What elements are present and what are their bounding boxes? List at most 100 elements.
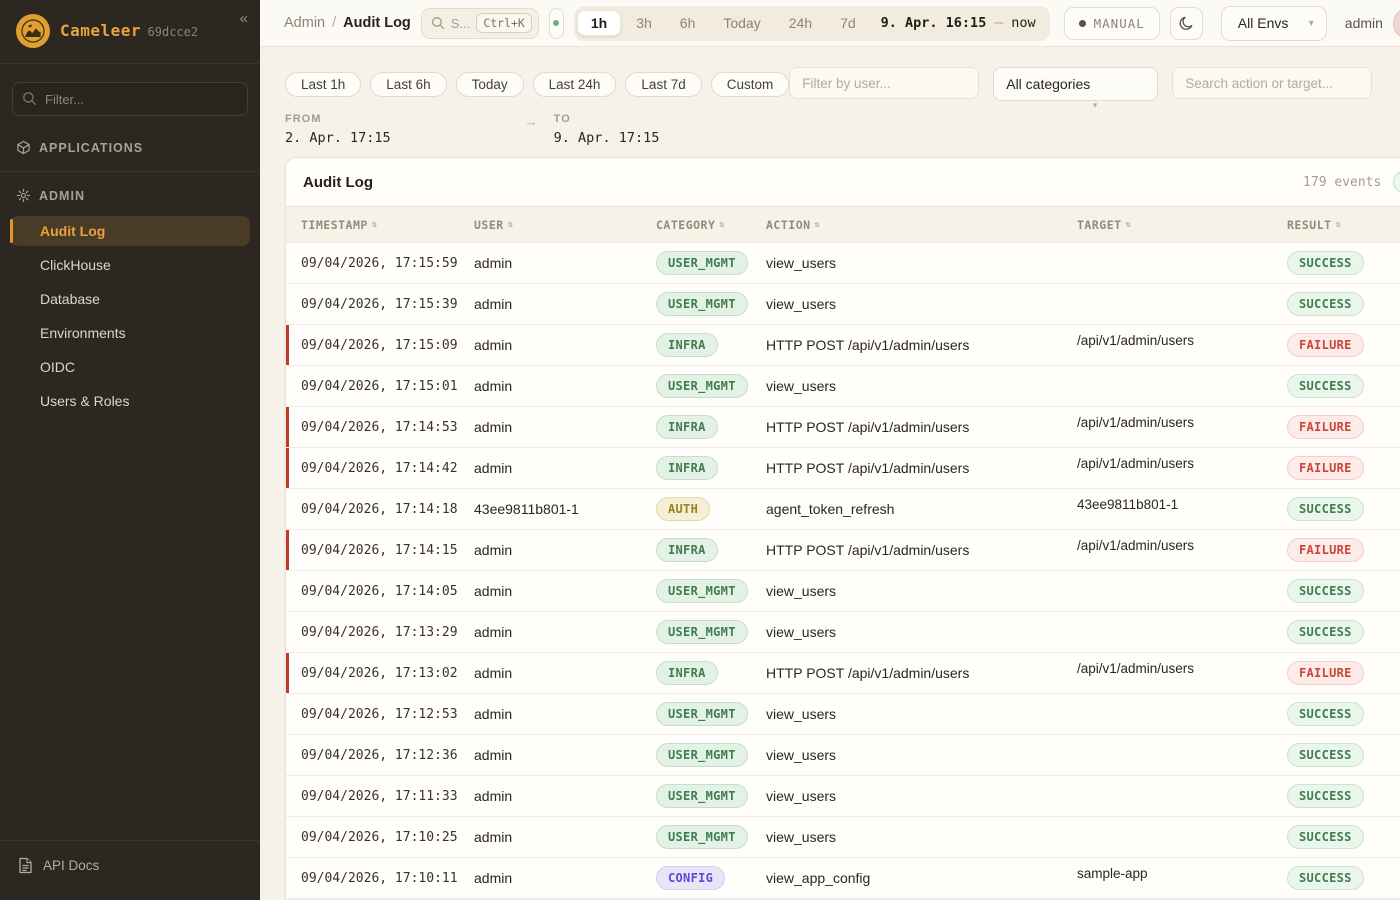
- table-row[interactable]: 09/04/2026, 17:14:53 admin INFRA HTTP PO…: [286, 407, 1400, 448]
- avatar[interactable]: AD: [1393, 7, 1400, 40]
- applications-label: APPLICATIONS: [39, 141, 143, 155]
- category-badge: AUTH: [656, 497, 710, 521]
- cell-user: admin: [474, 583, 656, 599]
- global-search[interactable]: S... Ctrl+K: [421, 8, 539, 39]
- time-range-option[interactable]: 6h: [667, 11, 709, 35]
- breadcrumb-parent[interactable]: Admin: [284, 15, 325, 31]
- sort-icon: ⇅: [372, 220, 378, 230]
- category-badge: USER_MGMT: [656, 825, 748, 849]
- cell-timestamp: 09/04/2026, 17:12:53: [301, 707, 474, 722]
- column-header[interactable]: USER⇅: [474, 218, 656, 232]
- sidebar-item[interactable]: ClickHouse: [10, 250, 250, 280]
- category-badge: USER_MGMT: [656, 579, 748, 603]
- cell-target: /api/v1/admin/users: [1077, 530, 1287, 553]
- table-row[interactable]: 09/04/2026, 17:12:53 admin USER_MGMT vie…: [286, 694, 1400, 735]
- env-select[interactable]: All Envs ▾: [1221, 6, 1327, 41]
- sidebar-item[interactable]: Database: [10, 284, 250, 314]
- table-row[interactable]: 09/04/2026, 17:15:01 admin USER_MGMT vie…: [286, 366, 1400, 407]
- cell-timestamp: 09/04/2026, 17:13:29: [301, 625, 474, 640]
- table-row[interactable]: 09/04/2026, 17:15:09 admin INFRA HTTP PO…: [286, 325, 1400, 366]
- time-chip[interactable]: Custom: [711, 72, 790, 97]
- time-range-option[interactable]: 1h: [577, 10, 621, 36]
- cell-user: admin: [474, 665, 656, 681]
- topbar: Admin / Audit Log S... Ctrl+K 1h3h6hToda…: [260, 0, 1400, 47]
- sort-icon: ⇅: [1336, 220, 1342, 230]
- table-row[interactable]: 09/04/2026, 17:14:42 admin INFRA HTTP PO…: [286, 448, 1400, 489]
- cell-target: [1077, 366, 1287, 374]
- table-row[interactable]: 09/04/2026, 17:15:59 admin USER_MGMT vie…: [286, 243, 1400, 284]
- cell-target: [1077, 776, 1287, 784]
- sidebar-section-applications[interactable]: APPLICATIONS: [0, 130, 260, 167]
- sidebar-filter-input[interactable]: [12, 82, 248, 116]
- sidebar-item[interactable]: Audit Log: [10, 216, 250, 246]
- result-badge: SUCCESS: [1287, 866, 1364, 890]
- api-docs-link[interactable]: API Docs: [0, 840, 260, 900]
- table-row[interactable]: 09/04/2026, 17:11:33 admin USER_MGMT vie…: [286, 776, 1400, 817]
- auto-badge[interactable]: AUTO: [1393, 171, 1400, 193]
- table-row[interactable]: 09/04/2026, 17:12:36 admin USER_MGMT vie…: [286, 735, 1400, 776]
- cell-timestamp: 09/04/2026, 17:15:01: [301, 379, 474, 394]
- manual-refresh-button[interactable]: MANUAL: [1064, 7, 1160, 40]
- sidebar-header: Cameleer 69dcce2 «: [0, 0, 260, 64]
- table-row[interactable]: 09/04/2026, 17:14:18 43ee9811b801-1 AUTH…: [286, 489, 1400, 530]
- cell-user: admin: [474, 337, 656, 353]
- table-row[interactable]: 09/04/2026, 17:13:29 admin USER_MGMT vie…: [286, 612, 1400, 653]
- time-range-option[interactable]: Today: [710, 11, 773, 35]
- cell-result: SUCCESS: [1287, 292, 1400, 316]
- user-filter-input[interactable]: [789, 67, 979, 99]
- dark-mode-toggle[interactable]: [1170, 7, 1203, 40]
- action-target-search-input[interactable]: [1172, 67, 1372, 99]
- cell-result: SUCCESS: [1287, 784, 1400, 808]
- cell-result: SUCCESS: [1287, 866, 1400, 890]
- sidebar-collapse-icon[interactable]: «: [240, 10, 248, 27]
- time-range-option[interactable]: 24h: [776, 11, 825, 35]
- time-range-option[interactable]: 7d: [827, 11, 869, 35]
- table-row[interactable]: 09/04/2026, 17:15:39 admin USER_MGMT vie…: [286, 284, 1400, 325]
- table-row[interactable]: 09/04/2026, 17:14:15 admin INFRA HTTP PO…: [286, 530, 1400, 571]
- column-header[interactable]: TARGET⇅: [1077, 218, 1287, 232]
- sort-icon: ⇅: [1126, 220, 1132, 230]
- chevron-down-icon: ▾: [1309, 18, 1314, 29]
- time-range-segmented: 1h3h6hToday24h7d 9. Apr. 16:15 – now: [574, 6, 1050, 41]
- category-badge: USER_MGMT: [656, 251, 748, 275]
- from-label: FROM: [285, 113, 391, 125]
- from-block[interactable]: FROM 2. Apr. 17:15: [285, 113, 391, 146]
- cell-action: view_users: [766, 255, 1077, 271]
- cell-target: /api/v1/admin/users: [1077, 653, 1287, 676]
- cell-action: view_users: [766, 378, 1077, 394]
- column-header[interactable]: CATEGORY⇅: [656, 218, 766, 232]
- sidebar-item[interactable]: Environments: [10, 318, 250, 348]
- time-chip[interactable]: Last 24h: [533, 72, 617, 97]
- table-row[interactable]: 09/04/2026, 17:14:05 admin USER_MGMT vie…: [286, 571, 1400, 612]
- time-chip[interactable]: Last 1h: [285, 72, 361, 97]
- cell-result: FAILURE: [1287, 415, 1400, 439]
- time-chip[interactable]: Today: [456, 72, 524, 97]
- time-chip[interactable]: Last 6h: [370, 72, 446, 97]
- column-header[interactable]: TIMESTAMP⇅: [301, 218, 474, 232]
- category-select[interactable]: All categories ▾: [993, 67, 1158, 101]
- content: Last 1h Last 6h Today Last 24h Last 7d Custom…: [260, 47, 1400, 900]
- cell-target: [1077, 694, 1287, 702]
- table-row[interactable]: 09/04/2026, 17:10:25 admin USER_MGMT vie…: [286, 817, 1400, 858]
- admin-nav: Audit Log ClickHouse Database Environments O…: [0, 215, 260, 417]
- cell-target: /api/v1/admin/users: [1077, 407, 1287, 430]
- column-header[interactable]: RESULT⇅: [1287, 218, 1400, 232]
- time-range-display[interactable]: 9. Apr. 16:15 – now: [881, 14, 1036, 32]
- cell-category: USER_MGMT: [656, 620, 766, 644]
- live-indicator-toggle[interactable]: [549, 8, 564, 39]
- table-row[interactable]: 09/04/2026, 17:10:11 admin CONFIG view_a…: [286, 858, 1400, 899]
- filter-row: Last 1h Last 6h Today Last 24h Last 7d Custom…: [285, 67, 1400, 101]
- sidebar-item[interactable]: OIDC: [10, 352, 250, 382]
- column-header[interactable]: ACTION⇅: [766, 218, 1077, 232]
- cell-action: HTTP POST /api/v1/admin/users: [766, 665, 1077, 681]
- category-badge: INFRA: [656, 333, 718, 357]
- to-block[interactable]: TO 9. Apr. 17:15: [554, 113, 660, 146]
- result-badge: FAILURE: [1287, 333, 1364, 357]
- table-row[interactable]: 09/04/2026, 17:13:02 admin INFRA HTTP PO…: [286, 653, 1400, 694]
- cell-result: SUCCESS: [1287, 620, 1400, 644]
- cell-target: [1077, 735, 1287, 743]
- sidebar-section-admin[interactable]: ADMIN: [0, 178, 260, 215]
- sidebar-item[interactable]: Users & Roles: [10, 386, 250, 416]
- time-range-option[interactable]: 3h: [623, 11, 665, 35]
- time-chip[interactable]: Last 7d: [625, 72, 701, 97]
